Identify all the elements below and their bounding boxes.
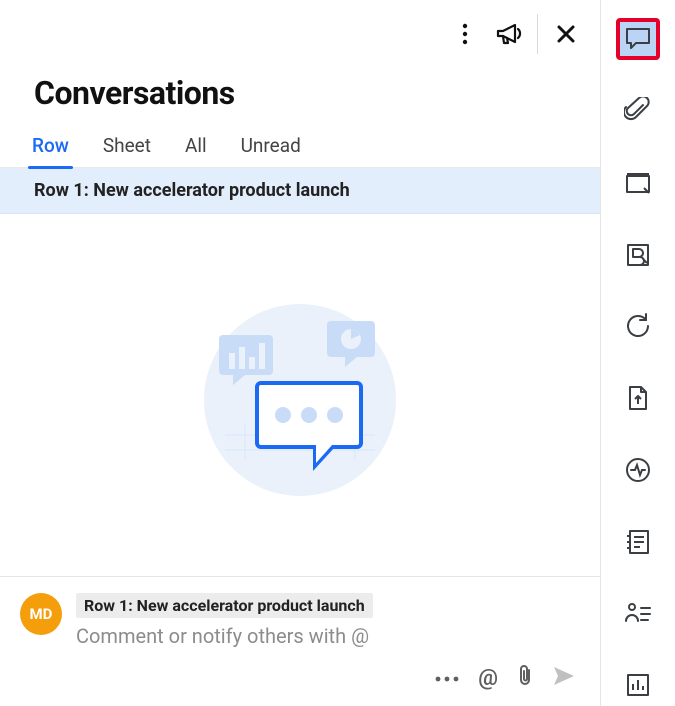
mention-button[interactable]: @ [478,666,498,691]
rail-chart-button[interactable] [616,664,660,706]
ellipsis-icon [434,674,460,684]
people-icon [624,601,652,625]
activity-icon [624,456,652,484]
row-context-banner[interactable]: Row 1: New accelerator product launch [0,168,600,214]
attach-button[interactable] [516,664,534,692]
tab-all[interactable]: All [183,134,209,167]
upload-file-icon [626,384,650,412]
composer-more-button[interactable] [434,669,460,688]
rail-refresh-button[interactable] [616,305,660,347]
tab-unread[interactable]: Unread [239,134,303,167]
comments-icon [624,26,652,52]
paperclip-icon [516,664,534,688]
attachments-icon [624,97,652,125]
brandfolder-icon [625,242,651,268]
megaphone-icon [494,19,524,49]
right-rail [601,0,675,706]
avatar: MD [20,593,62,635]
proofs-icon [624,170,652,196]
rail-proofs-button[interactable] [616,162,660,204]
composer-context-pill[interactable]: Row 1: New accelerator product launch [76,593,373,618]
empty-state [0,214,600,576]
rail-attachments-button[interactable] [616,90,660,132]
rail-conversations-button[interactable] [616,18,660,60]
panel-header-actions [0,0,600,54]
conversation-tabs: Row Sheet All Unread [0,134,600,168]
announcements-button[interactable] [487,12,531,56]
comment-input[interactable]: Comment or notify others with @ [76,624,580,648]
page-title: Conversations [0,54,600,134]
send-icon [552,665,576,687]
summary-icon [625,528,651,556]
rail-upload-button[interactable] [616,377,660,419]
more-vertical-icon [455,22,475,46]
rail-brandfolder-button[interactable] [616,234,660,276]
more-options-button[interactable] [443,12,487,56]
comment-composer: MD Row 1: New accelerator product launch… [0,576,600,656]
send-button[interactable] [552,665,576,691]
tab-sheet[interactable]: Sheet [101,134,153,167]
rail-activity-button[interactable] [616,449,660,491]
rail-summary-button[interactable] [616,521,660,563]
refresh-icon [624,312,652,340]
chart-icon [625,672,651,698]
close-icon [555,23,577,45]
close-panel-button[interactable] [544,12,588,56]
rail-people-button[interactable] [616,593,660,635]
composer-toolbar: @ [0,656,600,706]
separator [537,14,538,54]
tab-row[interactable]: Row [30,134,71,167]
empty-state-illustration [185,285,415,505]
